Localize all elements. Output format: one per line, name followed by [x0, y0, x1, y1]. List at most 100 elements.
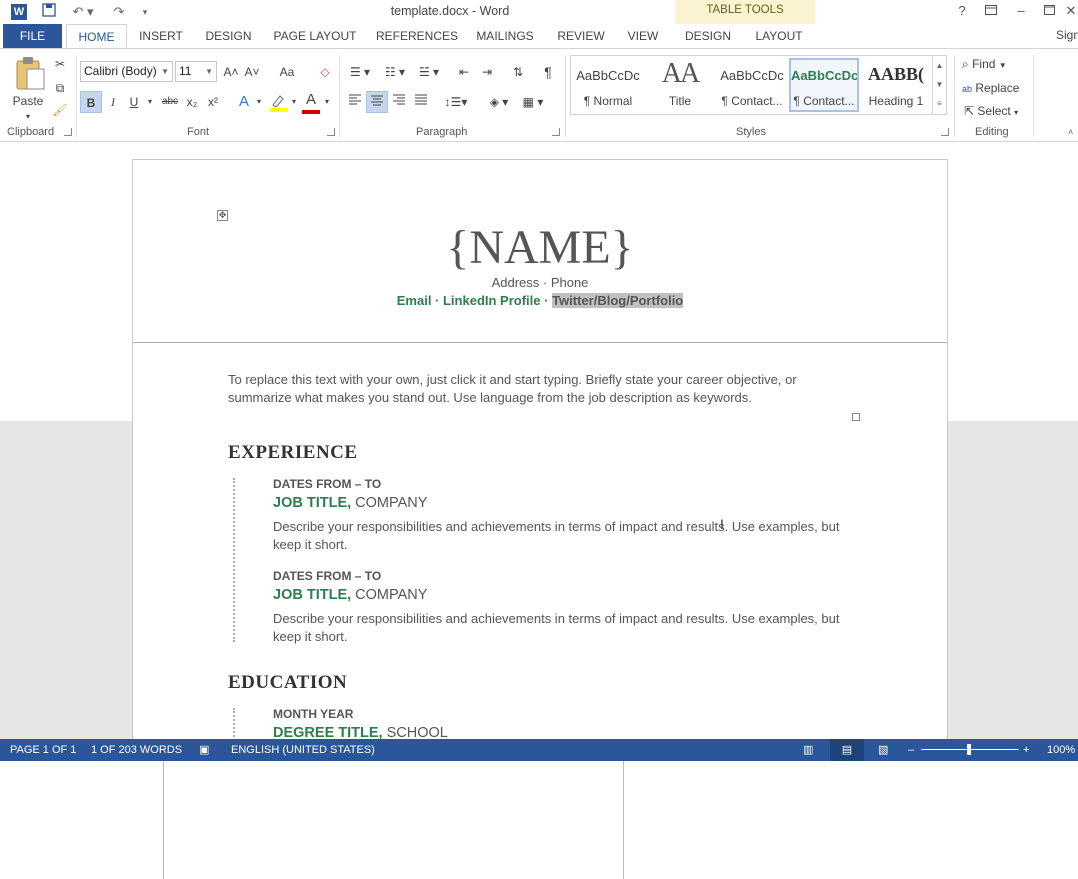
- subscript-button[interactable]: x₂: [183, 91, 201, 113]
- style-normal[interactable]: AaBbCcDc ¶ Normal: [573, 58, 643, 112]
- close-icon[interactable]: ✕: [1060, 2, 1078, 20]
- resume-name[interactable]: {NAME}: [133, 220, 947, 275]
- zoom-level[interactable]: 100%: [1047, 739, 1075, 761]
- underline-dropdown-icon[interactable]: ▾: [144, 91, 156, 113]
- web-layout-icon[interactable]: ▧: [878, 739, 888, 761]
- cut-icon[interactable]: ✂: [50, 53, 70, 75]
- font-launcher-icon[interactable]: [327, 128, 335, 136]
- zoom-out-icon[interactable]: –: [908, 739, 914, 761]
- tab-view[interactable]: VIEW: [624, 24, 662, 48]
- proofing-icon[interactable]: ▣: [199, 739, 209, 761]
- education-title[interactable]: DEGREE TITLE, SCHOOL: [273, 725, 448, 740]
- gallery-more-icon[interactable]: ≡: [932, 94, 946, 114]
- save-icon[interactable]: [40, 3, 58, 21]
- minimize-icon[interactable]: –: [1010, 2, 1032, 20]
- style-contact-2[interactable]: AaBbCcDc ¶ Contact...: [789, 58, 859, 112]
- bold-button[interactable]: B: [80, 91, 102, 113]
- gallery-down-icon[interactable]: ▼: [932, 75, 946, 94]
- align-center-icon[interactable]: [366, 91, 388, 113]
- sign-in-link[interactable]: Sign: [1056, 24, 1078, 46]
- style-title[interactable]: AA Title: [645, 58, 715, 112]
- copy-icon[interactable]: ⧉: [50, 77, 70, 99]
- replace-button[interactable]: ab Replace: [962, 79, 1042, 97]
- customize-quick-access-icon[interactable]: ▾: [136, 3, 154, 21]
- undo-icon[interactable]: ↶ ▾: [70, 3, 96, 21]
- bullets-icon[interactable]: ☰ ▾: [345, 61, 375, 83]
- highlight-dropdown-icon[interactable]: ▾: [290, 91, 298, 113]
- word-count[interactable]: 1 OF 203 WORDS: [91, 739, 182, 761]
- experience-heading[interactable]: EXPERIENCE: [228, 442, 358, 464]
- zoom-slider-thumb[interactable]: [967, 744, 971, 755]
- font-color-button[interactable]: A: [302, 89, 320, 111]
- experience-1-title[interactable]: JOB TITLE, COMPANY: [273, 495, 427, 511]
- help-icon[interactable]: ?: [951, 2, 973, 20]
- shrink-font-button[interactable]: A˅: [242, 61, 262, 83]
- gallery-up-icon[interactable]: ▲: [932, 56, 946, 75]
- increase-indent-icon[interactable]: ⇥: [477, 61, 497, 83]
- show-formatting-button[interactable]: ¶: [538, 61, 558, 83]
- read-mode-icon[interactable]: ▥: [803, 739, 813, 761]
- decrease-indent-icon[interactable]: ⇤: [454, 61, 474, 83]
- grow-font-button[interactable]: A˄: [221, 61, 241, 83]
- font-size-combo[interactable]: 11 ▼: [175, 61, 217, 82]
- page-count[interactable]: PAGE 1 OF 1: [10, 739, 76, 761]
- paragraph-launcher-icon[interactable]: [552, 128, 560, 136]
- highlight-color-icon[interactable]: [268, 93, 290, 113]
- sort-icon[interactable]: ⇅: [508, 61, 528, 83]
- shading-icon[interactable]: ◈ ▾: [484, 91, 514, 113]
- tab-review[interactable]: REVIEW: [555, 24, 607, 48]
- education-heading[interactable]: EDUCATION: [228, 672, 347, 694]
- underline-button[interactable]: U: [125, 91, 143, 113]
- text-effects-dropdown-icon[interactable]: ▾: [255, 91, 263, 113]
- borders-icon[interactable]: ▦ ▾: [518, 91, 548, 113]
- find-button[interactable]: ⌕ Find ▼: [962, 55, 1042, 73]
- tab-references[interactable]: REFERENCES: [376, 24, 458, 48]
- objective-paragraph[interactable]: To replace this text with your own, just…: [228, 371, 848, 407]
- contact-line[interactable]: Email · LinkedIn Profile · Twitter/Blog/…: [133, 293, 947, 308]
- tab-design[interactable]: DESIGN: [203, 24, 254, 48]
- tab-table-layout[interactable]: LAYOUT: [751, 24, 807, 48]
- zoom-in-icon[interactable]: +: [1023, 739, 1029, 761]
- experience-2-title[interactable]: JOB TITLE, COMPANY: [273, 587, 427, 603]
- print-layout-icon[interactable]: ▤: [830, 739, 864, 761]
- paste-dropdown-icon[interactable]: ▾: [22, 106, 34, 128]
- clear-formatting-icon[interactable]: ◇: [314, 61, 336, 83]
- experience-2-description[interactable]: Describe your responsibilities and achie…: [273, 610, 848, 646]
- experience-1-dates[interactable]: DATES FROM – TO: [273, 477, 381, 491]
- tab-mailings[interactable]: MAILINGS: [473, 24, 537, 48]
- numbering-icon[interactable]: ☷ ▾: [380, 61, 410, 83]
- maximize-icon[interactable]: [1038, 2, 1060, 20]
- tab-home[interactable]: HOME: [66, 24, 127, 49]
- address-phone[interactable]: Address · Phone: [133, 275, 947, 290]
- tab-file[interactable]: FILE: [3, 24, 62, 48]
- superscript-button[interactable]: x²: [204, 91, 222, 113]
- table-resize-handle[interactable]: [852, 413, 860, 421]
- document-page[interactable]: ✥ {NAME} Address · Phone Email · LinkedI…: [132, 159, 948, 740]
- line-spacing-icon[interactable]: ↕☰▾: [441, 91, 471, 113]
- ribbon-display-options-icon[interactable]: [980, 2, 1002, 20]
- experience-2-dates[interactable]: DATES FROM – TO: [273, 569, 381, 583]
- styles-launcher-icon[interactable]: [941, 128, 949, 136]
- tab-page-layout[interactable]: PAGE LAYOUT: [273, 24, 357, 48]
- change-case-button[interactable]: Aa: [272, 61, 302, 83]
- text-effects-button[interactable]: A: [235, 91, 253, 113]
- redo-icon[interactable]: ↷: [110, 3, 128, 21]
- style-contact-1[interactable]: AaBbCcDc ¶ Contact...: [717, 58, 787, 112]
- justify-icon[interactable]: [411, 91, 431, 113]
- tab-table-design[interactable]: DESIGN: [681, 24, 735, 48]
- font-family-combo[interactable]: Calibri (Body) ▼: [80, 61, 173, 82]
- tab-insert[interactable]: INSERT: [138, 24, 184, 48]
- education-dates[interactable]: MONTH YEAR: [273, 707, 353, 721]
- paste-icon[interactable]: [14, 55, 46, 91]
- align-left-icon[interactable]: [345, 91, 365, 113]
- align-right-icon[interactable]: [389, 91, 409, 113]
- strikethrough-button[interactable]: abc: [159, 91, 181, 113]
- format-painter-icon[interactable]: 🖌: [50, 99, 70, 121]
- experience-1-description[interactable]: Describe your responsibilities and achie…: [273, 518, 848, 554]
- language[interactable]: ENGLISH (UNITED STATES): [231, 739, 375, 761]
- style-heading-1[interactable]: AABB( Heading 1: [861, 58, 931, 112]
- italic-button[interactable]: I: [104, 91, 122, 113]
- font-color-dropdown-icon[interactable]: ▾: [323, 91, 331, 113]
- multilevel-list-icon[interactable]: ☱ ▾: [414, 61, 444, 83]
- clipboard-launcher-icon[interactable]: [64, 128, 72, 136]
